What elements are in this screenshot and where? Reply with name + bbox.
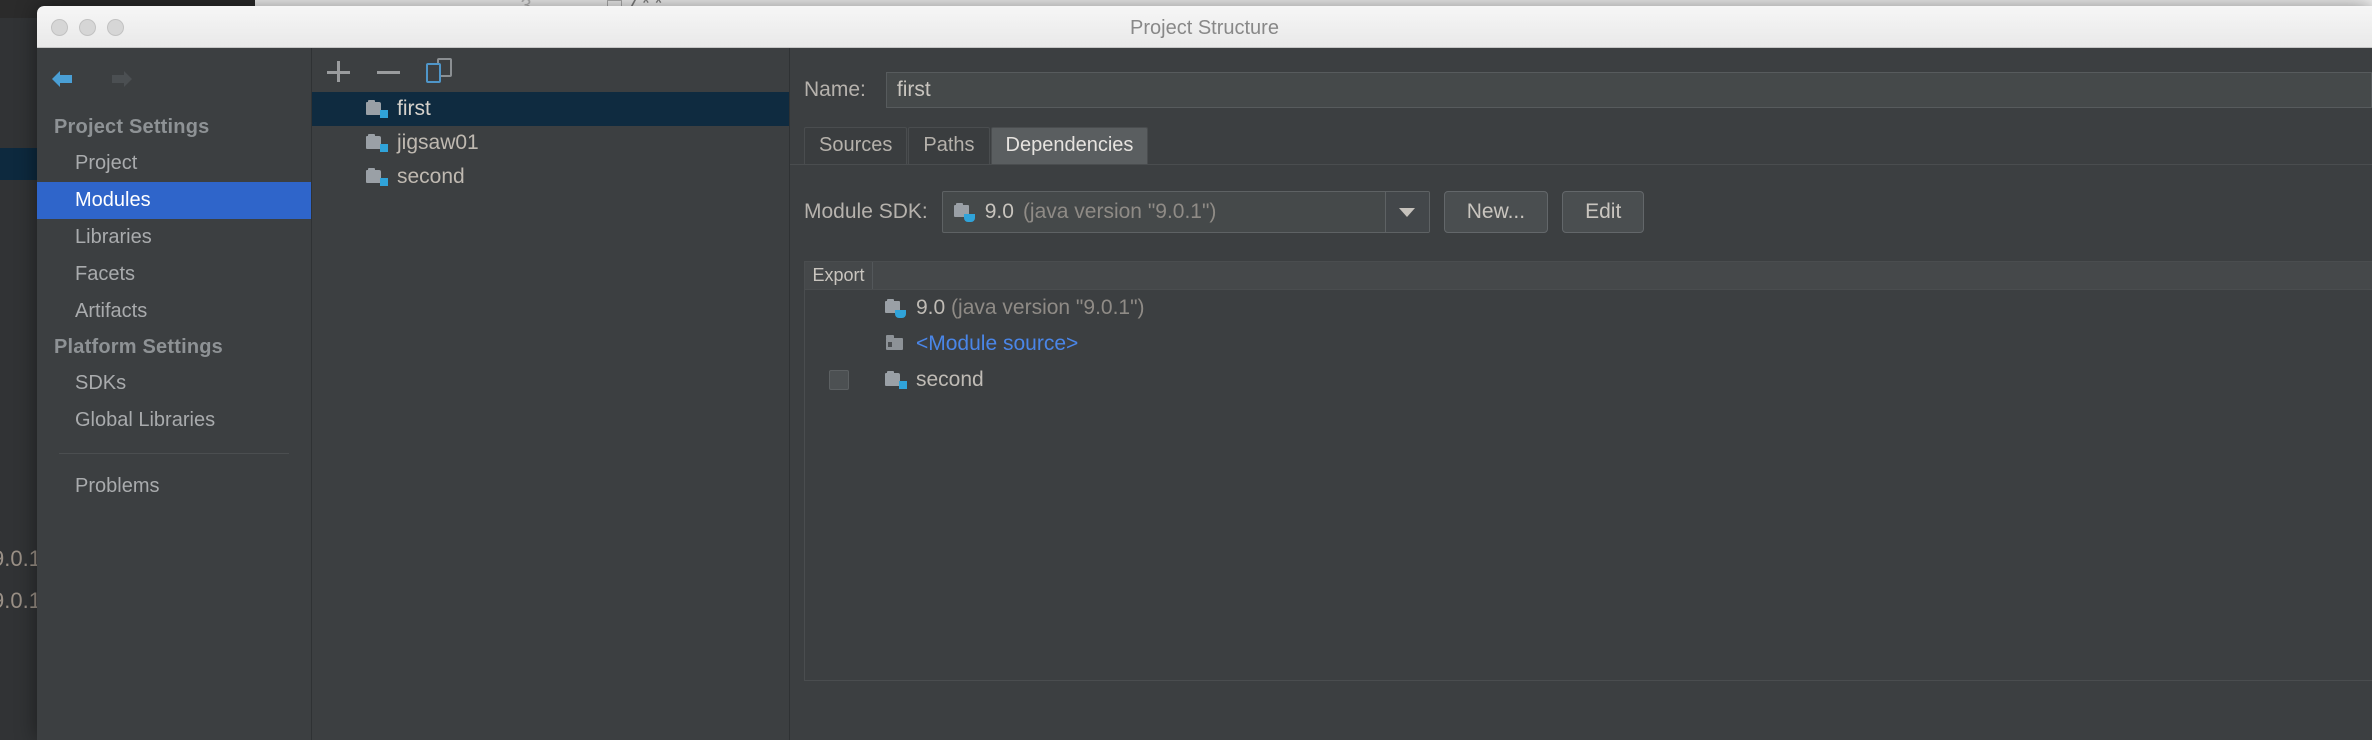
sidebar-item-libraries[interactable]: Libraries (37, 219, 311, 256)
java-sdk-icon (885, 299, 907, 318)
module-list-item-first[interactable]: first (312, 92, 789, 126)
dependency-label: second (916, 368, 984, 391)
modules-toolbar (312, 48, 789, 92)
sidebar-item-artifacts[interactable]: Artifacts (37, 293, 311, 330)
export-checkbox[interactable] (829, 370, 849, 390)
dependencies-tab-panel: Module SDK: 9.0 (java version "9.0.1") N… (790, 164, 2372, 681)
table-row[interactable]: <Module source> (805, 326, 2372, 362)
module-source-icon (885, 335, 907, 353)
sidebar-item-facets[interactable]: Facets (37, 256, 311, 293)
tab-dependencies[interactable]: Dependencies (990, 127, 1149, 164)
module-sdk-label: Module SDK: (804, 200, 928, 223)
edit-sdk-button[interactable]: Edit (1562, 191, 1645, 233)
dependency-name-cell: 9.0 (java version "9.0.1") (873, 296, 1145, 320)
java-sdk-icon (953, 203, 976, 222)
column-header-name[interactable] (873, 262, 2372, 289)
table-row[interactable]: 9.0 (java version "9.0.1") (805, 290, 2372, 326)
dependencies-table: Export 9.0 (java version "9.0.1") <Modul… (804, 261, 2372, 681)
project-structure-dialog: Project Structure Project Settings Proje… (37, 6, 2372, 740)
tab-sources[interactable]: Sources (804, 127, 908, 164)
modules-panel: first jigsaw01 second (312, 48, 790, 740)
module-list-item-jigsaw01[interactable]: jigsaw01 (312, 126, 789, 160)
sidebar-item-modules[interactable]: Modules (37, 182, 311, 219)
dependency-label: <Module source> (916, 332, 1079, 355)
sidebar-item-global-libraries[interactable]: Global Libraries (37, 402, 311, 439)
export-cell[interactable] (805, 370, 873, 390)
arrow-left-icon[interactable] (50, 68, 78, 90)
column-header-export[interactable]: Export (805, 262, 873, 289)
ide-tree-item-1: 9.0.1 (0, 588, 41, 613)
chevron-down-icon[interactable] (1384, 192, 1429, 232)
navigation-arrows (50, 68, 134, 90)
module-folder-icon (885, 371, 907, 389)
dependency-detail: (java version "9.0.1") (951, 296, 1145, 319)
remove-module-button[interactable] (376, 59, 400, 83)
ide-tree-item-0: 9.0.1 (0, 546, 41, 571)
module-folder-icon (366, 168, 388, 186)
module-list-item-second[interactable]: second (312, 160, 789, 194)
dependency-label: 9.0 (916, 296, 946, 319)
dependencies-table-header: Export (805, 262, 2372, 290)
dependency-name-cell: <Module source> (873, 332, 1078, 356)
sidebar-group-platform-settings: Platform Settings (54, 336, 223, 358)
sidebar-group-project-settings: Project Settings (54, 116, 210, 138)
tab-paths[interactable]: Paths (908, 127, 990, 164)
dialog-titlebar[interactable]: Project Structure (37, 6, 2372, 48)
module-details-panel: Name: Sources Paths Dependencies Module … (790, 48, 2372, 740)
dependencies-table-body: 9.0 (java version "9.0.1") <Module sourc… (805, 290, 2372, 398)
window-title: Project Structure (1130, 17, 1279, 39)
copy-module-button[interactable] (426, 58, 452, 84)
arrow-right-icon (106, 68, 134, 90)
modules-list: first jigsaw01 second (312, 92, 789, 194)
table-row[interactable]: second (805, 362, 2372, 398)
module-sdk-combobox[interactable]: 9.0 (java version "9.0.1") (941, 191, 1430, 233)
module-sdk-value: 9.0 (984, 200, 1014, 223)
module-name-row: Name: (790, 48, 2372, 108)
details-tabs: Sources Paths Dependencies (804, 127, 2372, 164)
sidebar-item-problems[interactable]: Problems (37, 468, 311, 505)
sidebar-list: Project Settings Project Modules Librari… (37, 110, 311, 505)
module-list-item-label: second (397, 165, 465, 188)
module-sdk-detail: (java version "9.0.1") (1022, 200, 1217, 223)
module-sdk-row: Module SDK: 9.0 (java version "9.0.1") N… (790, 165, 2372, 233)
add-module-button[interactable] (326, 59, 350, 83)
dependency-name-cell: second (873, 368, 984, 392)
module-name-input[interactable] (885, 72, 2372, 108)
sidebar-divider (59, 453, 289, 454)
module-list-item-label: jigsaw01 (397, 131, 479, 154)
new-sdk-button[interactable]: New... (1443, 191, 1549, 233)
settings-sidebar: Project Settings Project Modules Librari… (37, 48, 312, 740)
module-folder-icon (366, 100, 388, 118)
module-folder-icon (366, 134, 388, 152)
sidebar-item-sdks[interactable]: SDKs (37, 365, 311, 402)
module-list-item-label: first (397, 97, 431, 120)
module-name-label: Name: (804, 78, 866, 101)
sidebar-item-project[interactable]: Project (37, 145, 311, 182)
